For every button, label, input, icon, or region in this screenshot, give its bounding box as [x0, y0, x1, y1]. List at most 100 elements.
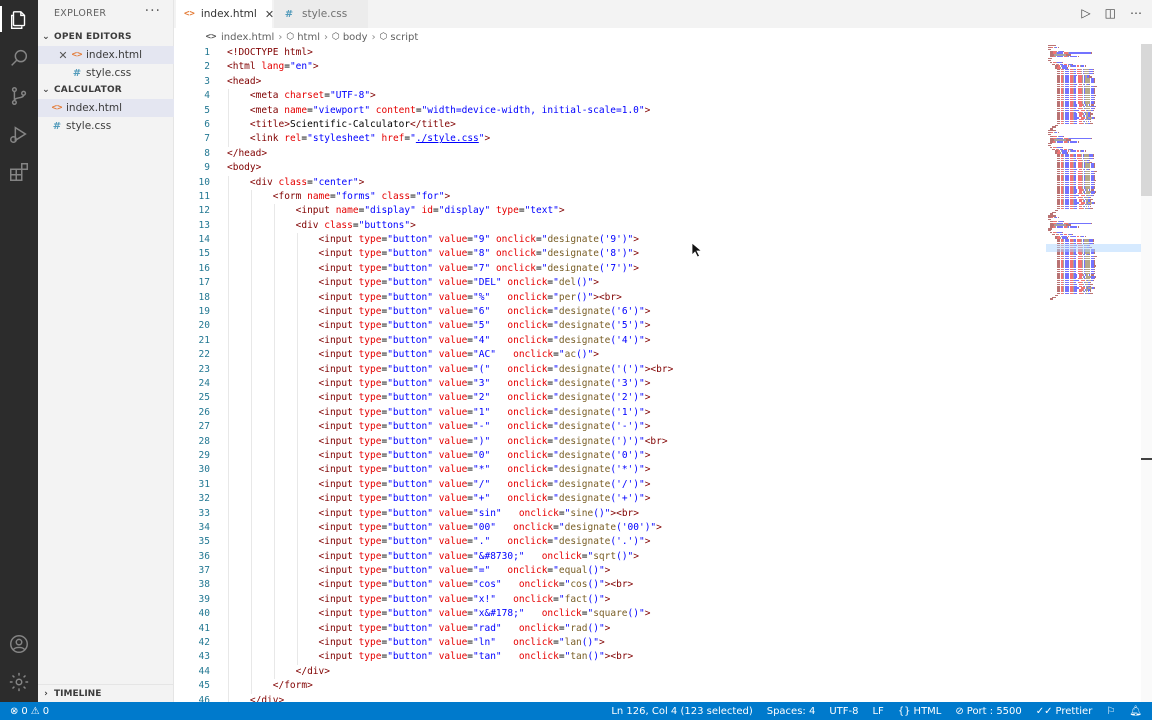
- error-count: 0: [21, 705, 28, 717]
- settings-gear-icon[interactable]: [7, 670, 31, 694]
- open-editor-item-index-html[interactable]: ✕ <> index.html: [38, 46, 174, 64]
- token-fn: ac: [564, 349, 577, 361]
- breadcrumb-item[interactable]: ⬡ body: [332, 32, 368, 43]
- indent-guide: [250, 333, 252, 349]
- end-of-line[interactable]: LF: [872, 706, 883, 717]
- token-attr: value: [438, 536, 468, 548]
- token-tag: <input: [318, 334, 359, 346]
- indent-guide: [228, 362, 229, 377]
- more-actions-icon[interactable]: ···: [145, 3, 161, 19]
- breadcrumb-item[interactable]: ⬡ script: [380, 32, 419, 43]
- token-tag: </title>: [410, 118, 456, 130]
- token-tag: >: [644, 306, 651, 318]
- token-attr: onclick: [518, 651, 559, 663]
- file-name: index.html: [66, 102, 122, 114]
- indentation[interactable]: Spaces: 4: [767, 706, 816, 717]
- file-tree-item-index-html[interactable]: <> index.html: [38, 99, 174, 117]
- tab-style-css[interactable]: # style.css: [274, 0, 368, 28]
- line-number: 40: [198, 608, 210, 620]
- minimap[interactable]: [1046, 44, 1142, 304]
- code-line: <input type="button" value="x!" onclick=…: [227, 592, 1027, 608]
- tab-index-html[interactable]: <> index.html ✕: [176, 0, 274, 28]
- indent-guide: [228, 103, 229, 118]
- indent-guide: [273, 218, 275, 234]
- token-attr: value: [438, 507, 468, 519]
- token-tag: <!DOCTYPE html>: [227, 47, 313, 58]
- file-tree-item-style-css[interactable]: # style.css: [38, 117, 174, 135]
- scrollbar-thumb[interactable]: [1141, 44, 1152, 196]
- token-tag: <input: [318, 464, 359, 476]
- open-editor-item-style-css[interactable]: # style.css: [38, 64, 174, 82]
- token-fn: designate: [558, 363, 611, 375]
- indent-guide: [273, 376, 275, 392]
- search-icon[interactable]: [7, 46, 31, 70]
- close-icon[interactable]: ✕: [56, 49, 70, 62]
- token-tag: <input: [318, 550, 359, 562]
- token-str: "button": [387, 392, 433, 404]
- line-number: 41: [198, 622, 210, 634]
- code-line: <input type="button" value="7" onclick="…: [227, 261, 1027, 277]
- line-number: 6: [204, 118, 210, 130]
- indent-guide: [250, 506, 252, 521]
- html-file-icon: <>: [184, 9, 195, 19]
- timeline-section[interactable]: › TIMELINE: [38, 684, 174, 702]
- token-tag: <input: [318, 593, 359, 605]
- token-attr: value: [438, 579, 468, 591]
- code-line: <input type="button" value="6" onclick="…: [227, 305, 1027, 320]
- code-content[interactable]: <!DOCTYPE html> <html lang="en"> <head> <m…: [227, 46, 1027, 702]
- chevron-right-icon: ›: [323, 31, 328, 43]
- chevron-right-icon: ›: [44, 688, 48, 699]
- minimap-mark: [1084, 65, 1086, 67]
- code-editor[interactable]: 1 2 3 4 5 6 7 8 9 10 11 12 13 14 15 16 17 18 19 20 21 22 23 24 2…: [174, 46, 1040, 702]
- extensions-icon[interactable]: [7, 160, 31, 184]
- live-server-port[interactable]: ⊘ Port : 5500: [955, 706, 1021, 717]
- indent-guide: [296, 319, 298, 334]
- account-icon[interactable]: [7, 632, 31, 656]
- more-actions-icon[interactable]: ⋯: [1130, 6, 1142, 20]
- source-control-icon[interactable]: [7, 84, 31, 108]
- tab-label: style.css: [302, 8, 348, 20]
- minimap-mark: [1094, 187, 1096, 189]
- run-debug-icon[interactable]: [7, 122, 31, 146]
- indent-guide: [228, 376, 229, 392]
- language-mode[interactable]: {} HTML: [898, 706, 942, 717]
- notifications-bell-icon[interactable]: 🔔︎: [1129, 706, 1142, 717]
- indent-guide: [228, 679, 229, 694]
- breadcrumb-item[interactable]: <> index.html: [204, 32, 275, 43]
- encoding[interactable]: UTF-8: [829, 706, 858, 717]
- feedback-icon[interactable]: ⚐: [1106, 706, 1115, 717]
- token-fn: designate: [558, 406, 611, 418]
- close-icon[interactable]: ✕: [265, 8, 274, 21]
- cursor-position[interactable]: Ln 126, Col 4 (123 selected): [611, 706, 752, 717]
- token-str: "button": [387, 334, 433, 346]
- token-tag: >: [644, 478, 651, 490]
- token-attr: value: [438, 593, 468, 605]
- indent-guide: [296, 420, 298, 435]
- code-line: <input type="button" value="/" onclick="…: [227, 477, 1027, 493]
- code-line: <input type="button" value="AC" onclick=…: [227, 348, 1027, 363]
- breadcrumb-item[interactable]: ⬡ html: [286, 32, 320, 43]
- token-str: "button": [387, 521, 433, 533]
- indent-guide: [273, 520, 275, 536]
- indent-guide: [296, 434, 298, 449]
- token-txt: Scientific-Calculator: [289, 118, 411, 130]
- code-line: <meta name="viewport" content="width=dev…: [227, 103, 1027, 118]
- vertical-scrollbar[interactable]: [1141, 44, 1152, 702]
- line-number: 18: [198, 291, 210, 303]
- prettier-status[interactable]: ✓✓ Prettier: [1036, 706, 1093, 717]
- token-str: "6": [473, 306, 491, 318]
- check-all-icon: ✓✓: [1035, 705, 1053, 717]
- problems-indicator[interactable]: ⊗ 0 ⚠ 0: [10, 706, 49, 717]
- split-editor-icon[interactable]: ◫: [1105, 6, 1116, 20]
- token-str: ()": [587, 622, 605, 634]
- run-icon[interactable]: ▷: [1081, 6, 1090, 20]
- explorer-icon[interactable]: [7, 8, 31, 32]
- token-tag: <input: [318, 478, 359, 490]
- indent-guide: [250, 420, 252, 435]
- token-attr: value: [438, 234, 468, 246]
- open-editors-section[interactable]: ⌄ OPEN EDITORS: [38, 28, 174, 46]
- token-fn: rad: [570, 622, 588, 634]
- project-folder-section[interactable]: ⌄ CALCULATOR: [38, 81, 174, 99]
